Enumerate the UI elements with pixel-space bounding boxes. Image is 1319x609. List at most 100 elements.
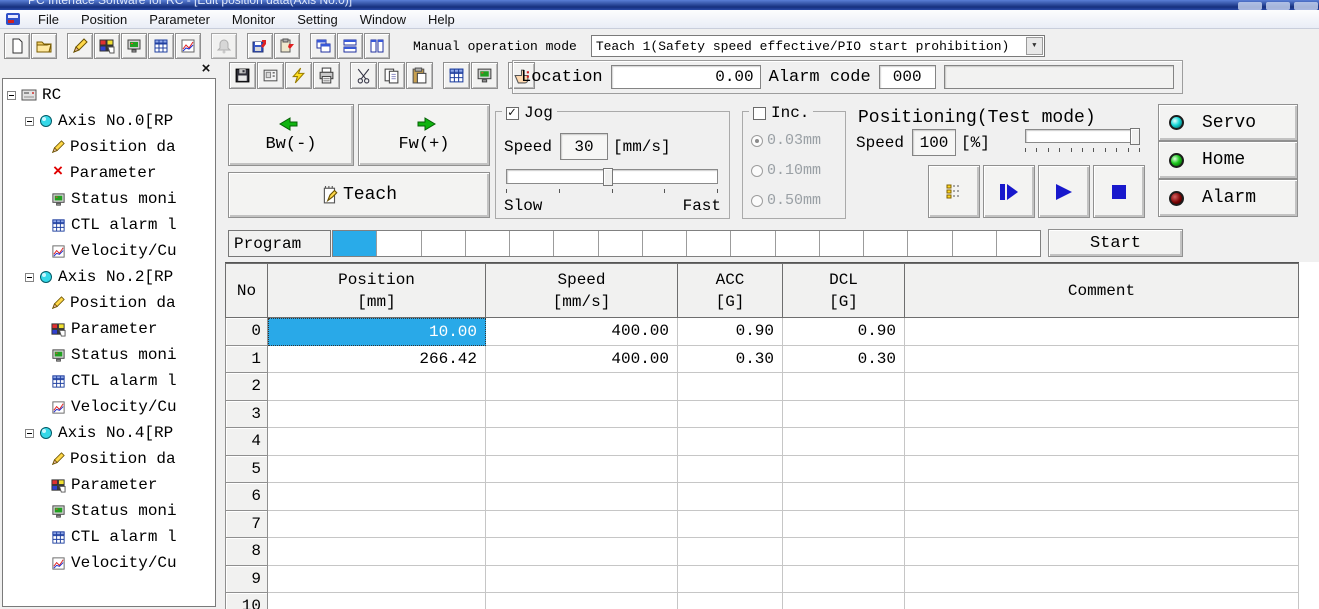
tree-close-button[interactable] [197, 60, 215, 76]
cell-position[interactable] [268, 456, 486, 484]
inc-option-2[interactable]: 0.50mm [751, 192, 821, 209]
cell-position[interactable] [268, 401, 486, 429]
row-number[interactable]: 9 [225, 566, 268, 594]
cell-speed[interactable] [486, 456, 678, 484]
save-to-controller-button[interactable] [247, 33, 273, 59]
cell-acc[interactable] [678, 538, 783, 566]
inc-option-0[interactable]: 0.03mm [751, 132, 821, 149]
jog-speed-field[interactable]: 30 [560, 133, 608, 160]
row-number[interactable]: 5 [225, 456, 268, 484]
cell-dcl[interactable] [783, 401, 905, 429]
cell-acc[interactable]: 0.90 [678, 318, 783, 346]
paste-button[interactable] [406, 62, 433, 89]
inc-checkbox[interactable] [753, 107, 766, 120]
program-step-cell[interactable] [820, 231, 864, 256]
servo-button[interactable]: Servo [1158, 104, 1298, 141]
cell-comment[interactable] [905, 593, 1299, 609]
row-number[interactable]: 8 [225, 538, 268, 566]
step-move-button[interactable] [983, 165, 1035, 218]
row-number[interactable]: 6 [225, 483, 268, 511]
cell-acc[interactable] [678, 566, 783, 594]
transfer-button[interactable] [257, 62, 284, 89]
cell-position[interactable] [268, 593, 486, 609]
cell-acc[interactable] [678, 483, 783, 511]
tree-item-position-data[interactable]: Position da [3, 134, 215, 160]
program-step-cell[interactable] [908, 231, 952, 256]
print-button[interactable] [313, 62, 340, 89]
velocity-monitor-button[interactable] [175, 33, 201, 59]
cell-acc[interactable] [678, 428, 783, 456]
row-number[interactable]: 4 [225, 428, 268, 456]
tile-horizontal-button[interactable] [337, 33, 363, 59]
alarm-bell-button[interactable] [211, 33, 237, 59]
cascade-windows-button[interactable] [310, 33, 336, 59]
cell-dcl[interactable]: 0.90 [783, 318, 905, 346]
row-number[interactable]: 3 [225, 401, 268, 429]
menu-help[interactable]: Help [417, 10, 466, 29]
row-number[interactable]: 7 [225, 511, 268, 539]
cell-acc[interactable] [678, 456, 783, 484]
collapse-icon[interactable] [25, 429, 34, 438]
slider-thumb[interactable] [603, 168, 613, 186]
cell-dcl[interactable] [783, 511, 905, 539]
program-step-cell[interactable] [333, 231, 377, 256]
cell-position[interactable] [268, 483, 486, 511]
tree-item-status-monitor[interactable]: Status moni [3, 498, 215, 524]
menu-parameter[interactable]: Parameter [138, 10, 221, 29]
chevron-down-icon[interactable] [1026, 37, 1043, 55]
program-step-cell[interactable] [643, 231, 687, 256]
new-file-button[interactable] [4, 33, 30, 59]
menu-file[interactable]: File [27, 10, 70, 29]
cell-acc[interactable] [678, 511, 783, 539]
tree-item-velocity-monitor[interactable]: Velocity/Cu [3, 238, 215, 264]
cell-acc[interactable] [678, 593, 783, 609]
edit-parameter-button[interactable] [94, 33, 120, 59]
cell-position[interactable] [268, 538, 486, 566]
cut-button[interactable] [350, 62, 377, 89]
continuous-move-button[interactable] [928, 165, 980, 218]
start-button[interactable]: Start [1048, 229, 1183, 257]
cell-speed[interactable] [486, 566, 678, 594]
tree-item-axis-2[interactable]: Axis No.2[RP [3, 264, 215, 290]
menu-position[interactable]: Position [70, 10, 138, 29]
cell-comment[interactable] [905, 483, 1299, 511]
cell-comment[interactable] [905, 511, 1299, 539]
cell-position-selected[interactable]: 10.00 [268, 318, 486, 346]
tree-item-velocity-monitor[interactable]: Velocity/Cu [3, 550, 215, 576]
minimize-button[interactable] [1238, 2, 1262, 10]
program-step-cell[interactable] [776, 231, 820, 256]
status-monitor-button[interactable] [121, 33, 147, 59]
close-button[interactable] [1294, 2, 1318, 10]
cell-dcl[interactable] [783, 566, 905, 594]
edit-position-button[interactable] [67, 33, 93, 59]
program-step-cell[interactable] [510, 231, 554, 256]
collapse-icon[interactable] [25, 273, 34, 282]
tree-item-velocity-monitor[interactable]: Velocity/Cu [3, 394, 215, 420]
cell-position[interactable]: 266.42 [268, 346, 486, 374]
cell-position[interactable] [268, 511, 486, 539]
cell-speed[interactable] [486, 483, 678, 511]
menu-window[interactable]: Window [349, 10, 417, 29]
cell-speed[interactable] [486, 593, 678, 609]
tree-item-parameter[interactable]: Parameter [3, 472, 215, 498]
cell-acc[interactable] [678, 401, 783, 429]
menu-setting[interactable]: Setting [286, 10, 348, 29]
program-step-cell[interactable] [377, 231, 421, 256]
row-number[interactable]: 1 [225, 346, 268, 374]
program-step-cell[interactable] [422, 231, 466, 256]
menu-monitor[interactable]: Monitor [221, 10, 286, 29]
jog-forward-button[interactable]: Fw(+) [358, 104, 490, 166]
operation-mode-combobox[interactable]: Teach 1(Safety speed effective/PIO start… [591, 35, 1045, 57]
cell-acc[interactable]: 0.30 [678, 346, 783, 374]
program-step-cell[interactable] [466, 231, 510, 256]
cell-comment[interactable] [905, 373, 1299, 401]
collapse-icon[interactable] [25, 117, 34, 126]
program-step-cell[interactable] [731, 231, 775, 256]
inc-option-1[interactable]: 0.10mm [751, 162, 821, 179]
cell-dcl[interactable] [783, 483, 905, 511]
row-number[interactable]: 10 [225, 593, 268, 609]
positioning-speed-slider[interactable] [1025, 129, 1140, 143]
program-step-cell[interactable] [554, 231, 598, 256]
cell-dcl[interactable] [783, 538, 905, 566]
cell-acc[interactable] [678, 373, 783, 401]
